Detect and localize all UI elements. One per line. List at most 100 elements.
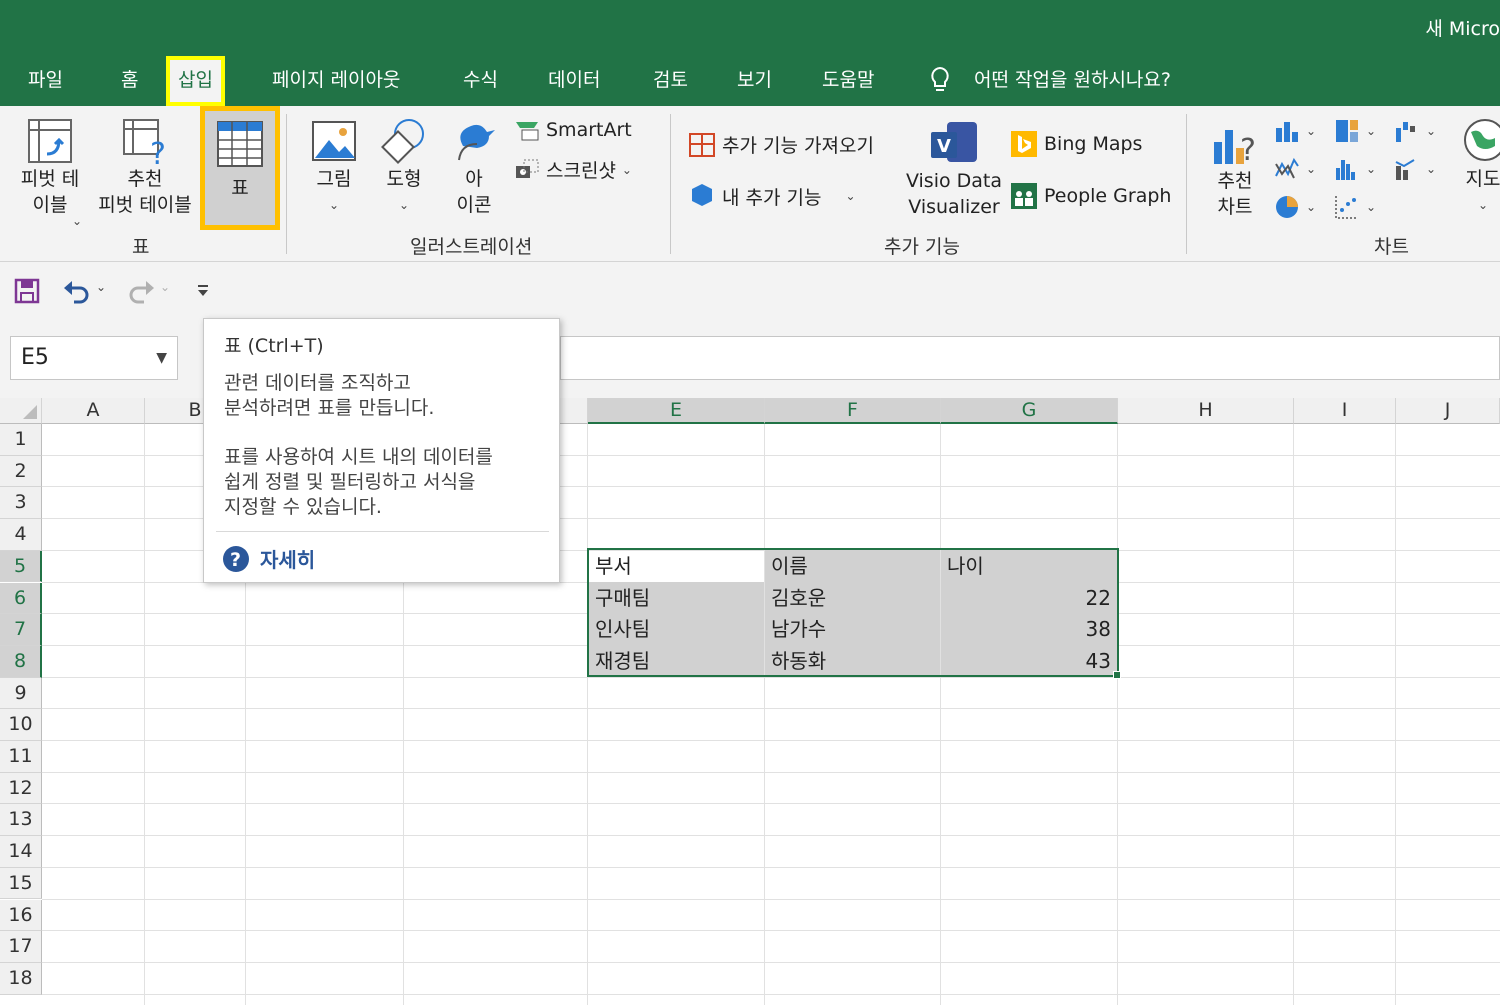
gridline <box>42 740 1500 741</box>
tooltip-description: 관련 데이터를 조직하고 분석하려면 표를 만듭니다. <box>224 372 435 419</box>
tab-review[interactable]: 검토 <box>653 64 688 96</box>
formula-input[interactable] <box>560 336 1500 380</box>
pie-chart-button[interactable]: ⌄ <box>1274 194 1316 220</box>
scatter-chart-button[interactable]: ⌄ <box>1334 194 1376 220</box>
gridline <box>587 424 588 1005</box>
waterfall-icon <box>1396 122 1415 142</box>
tell-me-more-link[interactable]: ? 자세히 <box>222 544 315 573</box>
row-header[interactable]: 10 <box>0 709 42 741</box>
visio-icon: V <box>931 122 977 162</box>
chevron-down-icon[interactable]: ⌄ <box>96 280 106 294</box>
get-addins-button[interactable]: 추가 기능 가져오기 <box>688 130 874 158</box>
gridline <box>42 803 1500 805</box>
my-addins-label: 내 추가 기능 <box>722 186 822 209</box>
tab-view[interactable]: 보기 <box>737 64 772 96</box>
name-box-value: E5 <box>21 345 49 370</box>
select-all-corner[interactable] <box>0 398 42 424</box>
column-chart-button[interactable]: ⌄ <box>1274 118 1316 144</box>
title-bar: 새 Micro 파일 홈 삽입 페이지 레이아웃 수식 데이터 검토 보기 도움… <box>0 0 1500 106</box>
screenshot-icon <box>516 159 539 178</box>
chevron-down-icon: ⌄ <box>328 198 340 212</box>
maps-button[interactable]: 지도 ⌄ <box>1458 116 1500 218</box>
gridline <box>42 866 1500 868</box>
hierarchy-chart-button[interactable]: ⌄ <box>1334 118 1376 144</box>
column-header-e[interactable]: E <box>588 398 765 424</box>
group-label-illustrations: 일러스트레이션 <box>410 236 533 258</box>
row-header[interactable]: 12 <box>0 772 42 805</box>
row-header[interactable]: 11 <box>0 741 42 773</box>
recommended-pivot-button[interactable]: ? 추천 피벗 테이블 <box>90 116 200 218</box>
redo-icon[interactable] <box>126 278 156 304</box>
column-header-g[interactable]: G <box>941 398 1118 424</box>
column-header-i[interactable]: I <box>1294 398 1396 424</box>
chevron-down-icon: ⌄ <box>1477 198 1489 212</box>
pivot-table-button[interactable]: 피벗 테 이블 ⌄ <box>10 116 90 228</box>
column-header-a[interactable]: A <box>42 398 145 424</box>
people-graph-button[interactable]: People Graph <box>1010 182 1171 210</box>
row-header[interactable]: 13 <box>0 804 42 837</box>
screenshot-button[interactable]: 스크린샷 ⌄ <box>514 156 632 183</box>
smartart-button[interactable]: SmartArt <box>514 118 632 142</box>
row-header[interactable]: 9 <box>0 677 42 710</box>
icons-button[interactable]: 아 이콘 <box>444 116 504 218</box>
row-header[interactable]: 4 <box>0 519 42 551</box>
tab-page-layout[interactable]: 페이지 레이아웃 <box>272 64 400 96</box>
gridline <box>42 708 1500 710</box>
recommended-charts-button[interactable]: ? 추천 차트 <box>1200 120 1270 220</box>
row-header[interactable]: 8 <box>0 645 42 678</box>
row-header[interactable]: 15 <box>0 867 42 900</box>
bing-icon <box>1011 131 1037 157</box>
svg-text:?: ? <box>230 549 241 571</box>
row-header[interactable]: 7 <box>0 614 42 646</box>
row-header[interactable]: 18 <box>0 962 42 995</box>
bing-maps-button[interactable]: Bing Maps <box>1010 130 1142 158</box>
column-header-j[interactable]: J <box>1396 398 1500 424</box>
tab-home[interactable]: 홈 <box>121 64 138 96</box>
picture-icon <box>312 121 356 161</box>
row-header[interactable]: 2 <box>0 455 42 488</box>
my-addins-button[interactable]: 내 추가 기능 ⌄ <box>688 182 856 210</box>
pivot-table-icon <box>28 119 72 163</box>
row-header[interactable]: 1 <box>0 424 42 456</box>
chevron-down-icon[interactable]: ⌄ <box>160 280 170 294</box>
fill-handle[interactable] <box>1113 671 1121 679</box>
combo-chart-button[interactable]: ⌄ <box>1394 156 1436 182</box>
customize-qat-icon[interactable] <box>196 284 210 300</box>
visio-visualizer-button[interactable]: V Visio Data Visualizer <box>904 120 1004 220</box>
line-chart-button[interactable]: ⌄ <box>1274 156 1316 182</box>
tell-me-search[interactable]: 어떤 작업을 원하시나요? <box>974 64 1171 96</box>
window-title: 새 Micro <box>1425 18 1500 40</box>
chevron-down-icon: ⌄ <box>621 162 632 177</box>
chevron-down-icon: ⌄ <box>1366 124 1377 138</box>
gridline <box>42 993 1500 995</box>
chevron-down-icon[interactable]: ▼ <box>156 337 167 379</box>
row-header[interactable]: 6 <box>0 582 42 615</box>
smartart-label: SmartArt <box>546 119 632 141</box>
row-header[interactable]: 16 <box>0 899 42 932</box>
treemap-icon <box>1336 120 1358 142</box>
shapes-button[interactable]: 도형 ⌄ <box>374 116 434 218</box>
picture-button[interactable]: 그림 ⌄ <box>304 116 364 218</box>
icons-label: 아 이콘 <box>456 168 492 216</box>
statistic-chart-button[interactable]: ⌄ <box>1334 156 1376 182</box>
save-icon[interactable] <box>14 278 40 304</box>
tab-file[interactable]: 파일 <box>28 64 63 96</box>
name-box[interactable]: E5 ▼ <box>10 336 178 380</box>
tab-insert[interactable]: 삽입 <box>166 56 225 106</box>
row-header[interactable]: 17 <box>0 931 42 963</box>
table-button[interactable]: 표 <box>200 106 280 230</box>
undo-icon[interactable] <box>62 278 92 304</box>
row-header[interactable]: 5 <box>0 550 42 583</box>
chevron-down-icon: ⌄ <box>1306 200 1317 214</box>
tab-help[interactable]: 도움말 <box>822 64 874 96</box>
column-header-h[interactable]: H <box>1118 398 1294 424</box>
row-header[interactable]: 14 <box>0 836 42 868</box>
row-header[interactable]: 3 <box>0 487 42 520</box>
tab-data[interactable]: 데이터 <box>548 64 600 96</box>
column-header-f[interactable]: F <box>765 398 941 424</box>
gridline <box>42 961 1500 963</box>
waterfall-chart-button[interactable]: ⌄ <box>1394 118 1436 144</box>
tab-formulas[interactable]: 수식 <box>463 64 498 96</box>
pie-chart-icon <box>1276 196 1298 218</box>
group-label-charts: 차트 <box>1374 236 1409 258</box>
